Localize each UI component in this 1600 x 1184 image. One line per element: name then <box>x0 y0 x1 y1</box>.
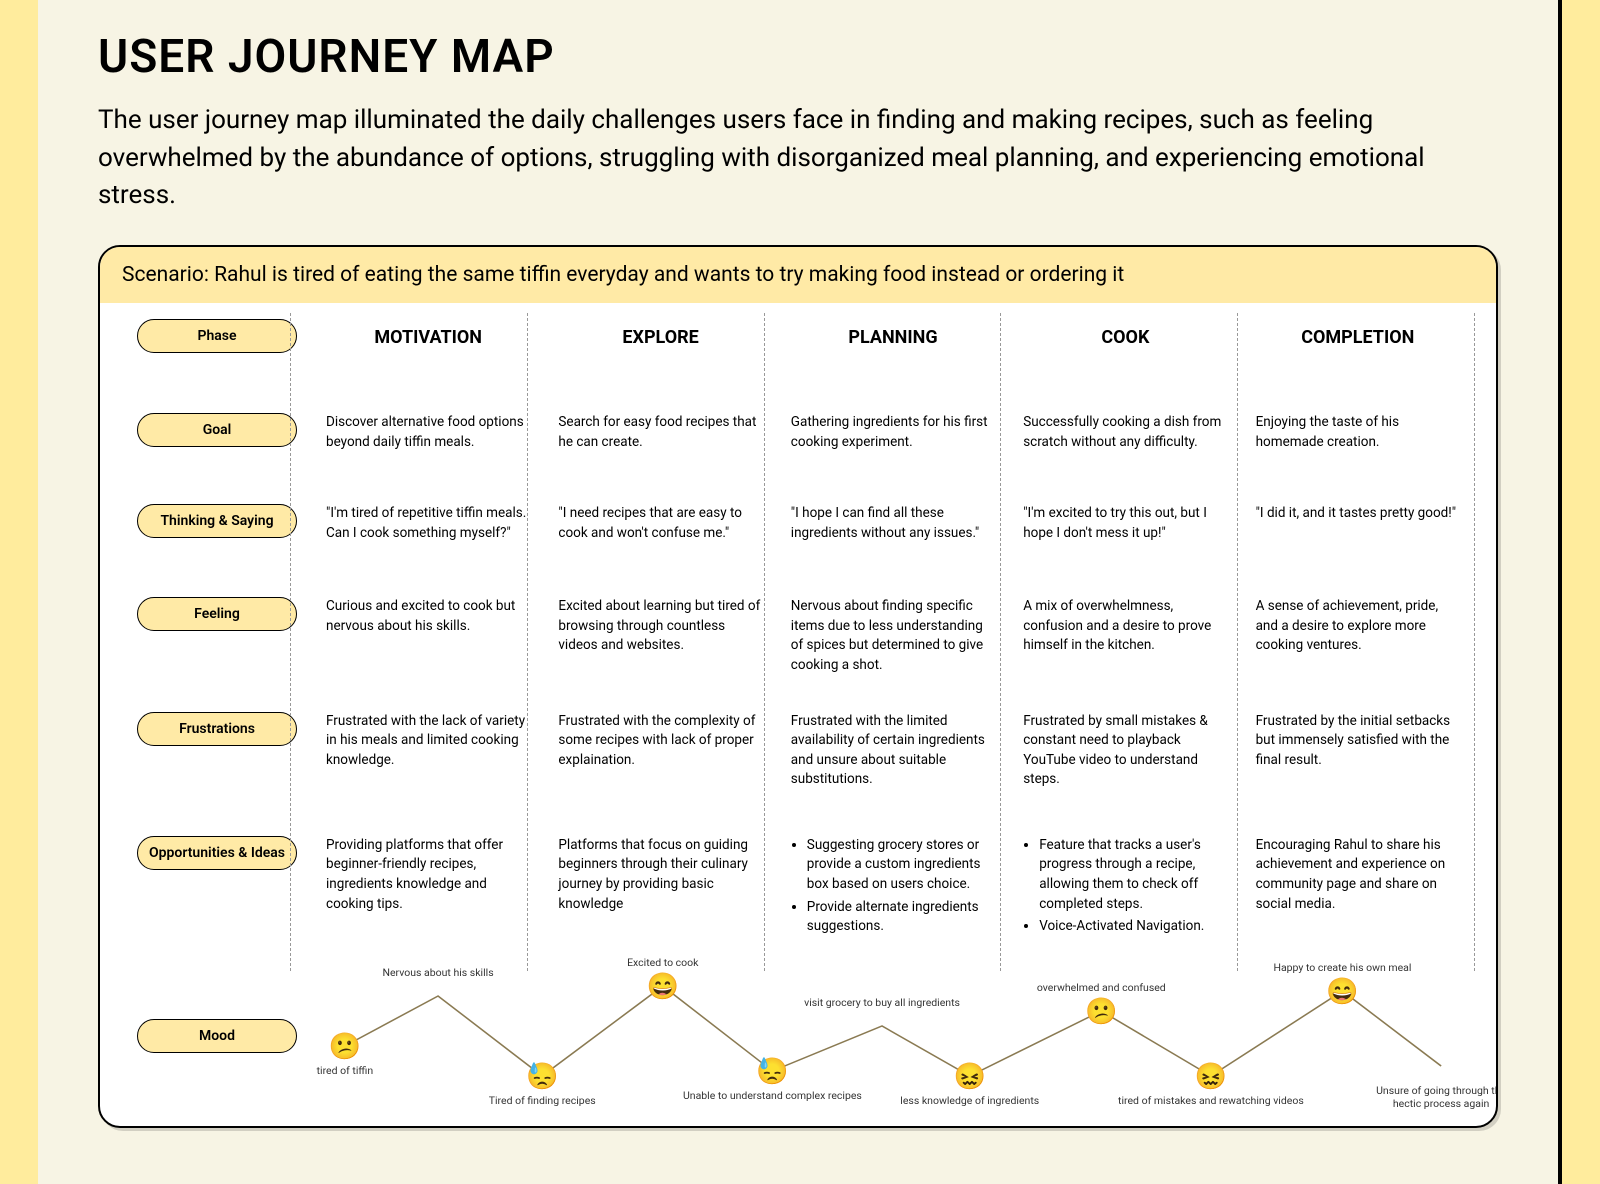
column-divider <box>290 313 291 971</box>
goal-cell: Search for easy food recipes that he can… <box>544 407 776 458</box>
journey-grid: Phase MOTIVATION EXPLORE PLANNING COOK C… <box>100 303 1496 1126</box>
mood-label: Happy to create his own meal <box>1273 961 1411 974</box>
mood-emoji: 😕 <box>329 1032 361 1062</box>
pill-feeling: Feeling <box>137 597 297 631</box>
phase-header: MOTIVATION <box>312 313 544 357</box>
mood-emoji: 😖 <box>954 1062 986 1092</box>
mood-label: Tired of finding recipes <box>489 1094 596 1107</box>
row-label-phase: Phase <box>122 313 312 359</box>
column-divider <box>1474 313 1475 971</box>
column-divider <box>764 313 765 971</box>
column-divider <box>527 313 528 971</box>
opportunity-item: Provide alternate ingredients suggestion… <box>807 898 995 937</box>
phase-header: COOK <box>1009 313 1241 357</box>
mood-label: Unsure of going through the hectic proce… <box>1376 1084 1498 1110</box>
column-divider <box>1000 313 1001 971</box>
scenario-banner: Scenario: Rahul is tired of eating the s… <box>100 247 1496 303</box>
pill-mood: Mood <box>137 1019 297 1053</box>
mood-emoji: 😓 <box>526 1062 558 1092</box>
frustrations-cell: Frustrated by the initial setbacks but i… <box>1242 706 1474 777</box>
feeling-cell: A mix of overwhelmness, confusion and a … <box>1009 591 1241 662</box>
pill-frustrations: Frustrations <box>137 712 297 746</box>
frustrations-cell: Frustrated with the lack of variety in h… <box>312 706 544 777</box>
thinking-cell: "I hope I can find all these ingredients… <box>777 498 1009 549</box>
mood-label: overwhelmed and confused <box>1037 981 1166 994</box>
mood-emoji: 😄 <box>647 972 679 1002</box>
frustrations-cell: Frustrated by small mistakes & constant … <box>1009 706 1241 796</box>
mood-label: visit grocery to buy all ingredients <box>804 996 960 1009</box>
row-frustrations: Frustrations Frustrated with the lack of… <box>122 696 1474 806</box>
opportunities-cell: Suggesting grocery stores or provide a c… <box>777 830 1009 946</box>
mood-label: Unable to understand complex recipes <box>683 1089 862 1102</box>
phase-header: EXPLORE <box>544 313 776 357</box>
feeling-cell: Nervous about finding specific items due… <box>777 591 1009 681</box>
phase-header: PLANNING <box>777 313 1009 357</box>
page: USER JOURNEY MAP The user journey map il… <box>38 0 1562 1184</box>
mood-label: Nervous about his skills <box>383 966 494 979</box>
pill-phase: Phase <box>137 319 297 353</box>
mood-chart: 😕 tired of tiffin Nervous about his skills… <box>312 956 1474 1116</box>
thinking-cell: "I'm tired of repetitive tiffin meals. C… <box>312 498 544 549</box>
column-divider <box>1237 313 1238 971</box>
row-label-frustrations: Frustrations <box>122 706 312 752</box>
goal-cell: Enjoying the taste of his homemade creat… <box>1242 407 1474 458</box>
journey-map-card: Scenario: Rahul is tired of eating the s… <box>98 245 1498 1128</box>
thinking-cell: "I'm excited to try this out, but I hope… <box>1009 498 1241 549</box>
opportunity-item: Feature that tracks a user's progress th… <box>1039 836 1227 914</box>
goal-cell: Gathering ingredients for his first cook… <box>777 407 1009 458</box>
row-label-mood: Mood <box>122 956 312 1116</box>
row-opportunities: Opportunities & Ideas Providing platform… <box>122 820 1474 956</box>
row-mood: Mood 😕 tired of tiffin Nervous about his s… <box>122 956 1474 1116</box>
page-title: USER JOURNEY MAP <box>98 30 1498 84</box>
row-label-goal: Goal <box>122 407 312 453</box>
feeling-cell: Curious and excited to cook but nervous … <box>312 591 544 642</box>
feeling-cell: Excited about learning but tired of brow… <box>544 591 776 662</box>
phase-header: COMPLETION <box>1242 313 1474 357</box>
mood-label: less knowledge of ingredients <box>900 1094 1039 1107</box>
goal-cell: Discover alternative food options beyond… <box>312 407 544 458</box>
mood-emoji: 😄 <box>1326 977 1358 1007</box>
row-thinking: Thinking & Saying "I'm tired of repetiti… <box>122 488 1474 559</box>
opportunities-cell: Platforms that focus on guiding beginner… <box>544 830 776 920</box>
opportunity-item: Voice-Activated Navigation. <box>1039 917 1227 937</box>
mood-label: tired of tiffin <box>317 1064 374 1077</box>
mood-label: tired of mistakes and rewatching videos <box>1118 1094 1304 1107</box>
intro-paragraph: The user journey map illuminated the dai… <box>98 102 1478 215</box>
pill-goal: Goal <box>137 413 297 447</box>
row-feeling: Feeling Curious and excited to cook but … <box>122 581 1474 691</box>
opportunities-cell: Providing platforms that offer beginner-… <box>312 830 544 920</box>
row-goal: Goal Discover alternative food options b… <box>122 397 1474 468</box>
frustrations-cell: Frustrated with the limited availability… <box>777 706 1009 796</box>
mood-emoji: 😓 <box>756 1057 788 1087</box>
mood-emoji: 😖 <box>1195 1062 1227 1092</box>
row-label-opportunities: Opportunities & Ideas <box>122 830 312 876</box>
row-label-thinking: Thinking & Saying <box>122 498 312 544</box>
mood-label: Excited to cook <box>627 956 698 969</box>
feeling-cell: A sense of achievement, pride, and a des… <box>1242 591 1474 662</box>
pill-opportunities: Opportunities & Ideas <box>137 836 297 870</box>
mood-emoji: 😕 <box>1085 997 1117 1027</box>
thinking-cell: "I need recipes that are easy to cook an… <box>544 498 776 549</box>
goal-cell: Successfully cooking a dish from scratch… <box>1009 407 1241 458</box>
row-phase: Phase MOTIVATION EXPLORE PLANNING COOK C… <box>122 303 1474 369</box>
opportunities-cell: Encouraging Rahul to share his achieveme… <box>1242 830 1474 920</box>
row-label-feeling: Feeling <box>122 591 312 637</box>
opportunities-cell: Feature that tracks a user's progress th… <box>1009 830 1241 946</box>
frustrations-cell: Frustrated with the complexity of some r… <box>544 706 776 777</box>
pill-thinking: Thinking & Saying <box>137 504 297 538</box>
thinking-cell: "I did it, and it tastes pretty good!" <box>1242 498 1474 538</box>
opportunity-item: Suggesting grocery stores or provide a c… <box>807 836 995 895</box>
